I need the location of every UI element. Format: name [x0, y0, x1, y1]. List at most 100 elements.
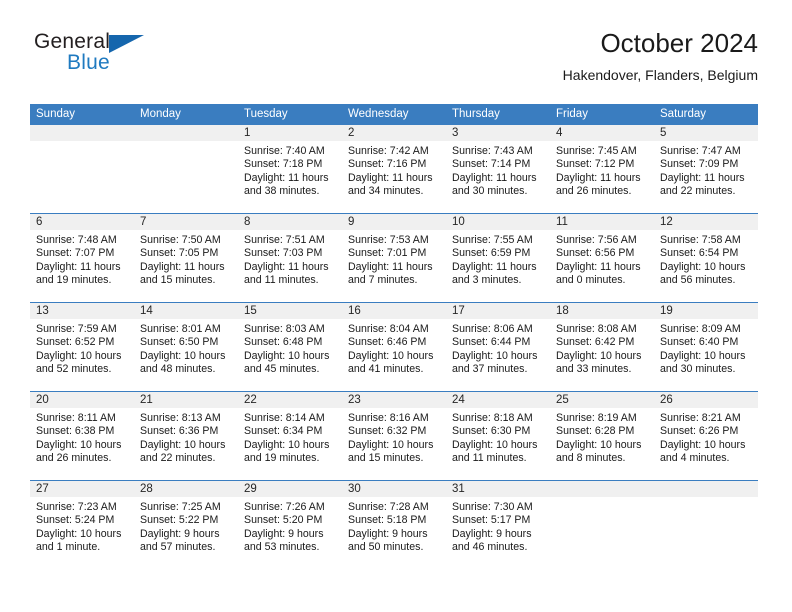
day-number: 21: [134, 392, 238, 408]
day-cell-inner: 16 Sunrise: 8:04 AM Sunset: 6:46 PM Dayligh…: [342, 303, 446, 391]
day-cell-inner: 15 Sunrise: 8:03 AM Sunset: 6:48 PM Dayligh…: [238, 303, 342, 391]
day-cell-inner: 7 Sunrise: 7:50 AM Sunset: 7:05 PM Daylight…: [134, 214, 238, 302]
day-details: Sunrise: 7:47 AM Sunset: 7:09 PM Daylight:…: [654, 141, 758, 199]
calendar-day-cell[interactable]: 31 Sunrise: 7:30 AM Sunset: 5:17 PM Dayligh…: [446, 480, 550, 569]
sunset-text: Sunset: 6:28 PM: [556, 425, 635, 438]
day-number: 29: [238, 481, 342, 497]
day-details: Sunrise: 7:48 AM Sunset: 7:07 PM Daylight:…: [30, 230, 134, 288]
day-cell-inner: 1 Sunrise: 7:40 AM Sunset: 7:18 PM Daylight…: [238, 125, 342, 213]
calendar-day-cell[interactable]: 27 Sunrise: 7:23 AM Sunset: 5:24 PM Dayligh…: [30, 480, 134, 569]
day-details: Sunrise: 8:04 AM Sunset: 6:46 PM Daylight:…: [342, 319, 446, 377]
day-number: [134, 125, 238, 141]
sunrise-text: Sunrise: 7:47 AM: [660, 145, 741, 157]
day-cell-inner: 20 Sunrise: 8:11 AM Sunset: 6:38 PM Dayligh…: [30, 392, 134, 480]
day-number: 24: [446, 392, 550, 408]
calendar-day-cell[interactable]: 24 Sunrise: 8:18 AM Sunset: 6:30 PM Dayligh…: [446, 391, 550, 481]
day-cell-inner: 19 Sunrise: 8:09 AM Sunset: 6:40 PM Dayligh…: [654, 303, 758, 391]
daylight-text: and 19 minutes.: [36, 274, 112, 287]
day-details: Sunrise: 7:42 AM Sunset: 7:16 PM Daylight:…: [342, 141, 446, 199]
calendar-day-cell[interactable]: 9 Sunrise: 7:53 AM Sunset: 7:01 PM Daylight…: [342, 213, 446, 303]
calendar-day-cell[interactable]: 18 Sunrise: 8:08 AM Sunset: 6:42 PM Dayligh…: [550, 302, 654, 392]
daylight-text: and 22 minutes.: [140, 452, 216, 465]
day-number: 16: [342, 303, 446, 319]
calendar-day-cell[interactable]: 16 Sunrise: 8:04 AM Sunset: 6:46 PM Dayligh…: [342, 302, 446, 392]
calendar-day-cell[interactable]: 3 Sunrise: 7:43 AM Sunset: 7:14 PM Daylight…: [446, 125, 550, 214]
day-cell-inner: 25 Sunrise: 8:19 AM Sunset: 6:28 PM Dayligh…: [550, 392, 654, 480]
daylight-text: and 15 minutes.: [140, 274, 216, 287]
calendar-day-cell[interactable]: 30 Sunrise: 7:28 AM Sunset: 5:18 PM Dayligh…: [342, 480, 446, 569]
daylight-text: Daylight: 10 hours: [556, 349, 642, 362]
weekday-header-wednesday: Wednesday: [342, 104, 446, 125]
calendar-day-cell[interactable]: 4 Sunrise: 7:45 AM Sunset: 7:12 PM Daylight…: [550, 125, 654, 214]
day-details: Sunrise: 8:13 AM Sunset: 6:36 PM Daylight:…: [134, 408, 238, 466]
calendar-day-cell[interactable]: 26 Sunrise: 8:21 AM Sunset: 6:26 PM Dayligh…: [654, 391, 758, 481]
daylight-text: Daylight: 10 hours: [244, 349, 330, 362]
daylight-text: Daylight: 9 hours: [140, 527, 220, 540]
sunrise-text: Sunrise: 8:04 AM: [348, 323, 429, 335]
sunset-text: Sunset: 6:32 PM: [348, 425, 427, 438]
day-cell-inner: 24 Sunrise: 8:18 AM Sunset: 6:30 PM Dayligh…: [446, 392, 550, 480]
calendar-week-row: 13 Sunrise: 7:59 AM Sunset: 6:52 PM Dayligh…: [30, 302, 758, 392]
calendar-day-cell[interactable]: 22 Sunrise: 8:14 AM Sunset: 6:34 PM Dayligh…: [238, 391, 342, 481]
sunset-text: Sunset: 6:38 PM: [36, 425, 115, 438]
calendar-day-cell[interactable]: 17 Sunrise: 8:06 AM Sunset: 6:44 PM Dayligh…: [446, 302, 550, 392]
day-number: 28: [134, 481, 238, 497]
sunrise-text: Sunrise: 7:30 AM: [452, 501, 533, 513]
sunrise-text: Sunrise: 7:55 AM: [452, 234, 533, 246]
day-cell-inner: 8 Sunrise: 7:51 AM Sunset: 7:03 PM Daylight…: [238, 214, 342, 302]
calendar-table: Sunday Monday Tuesday Wednesday Thursday Frid…: [30, 104, 758, 569]
calendar-day-cell[interactable]: 23 Sunrise: 8:16 AM Sunset: 6:32 PM Dayligh…: [342, 391, 446, 481]
calendar-empty-cell: [550, 480, 654, 569]
daylight-text: Daylight: 10 hours: [140, 349, 226, 362]
sunrise-text: Sunrise: 8:11 AM: [36, 412, 116, 424]
calendar-day-cell[interactable]: 28 Sunrise: 7:25 AM Sunset: 5:22 PM Dayligh…: [134, 480, 238, 569]
day-number: 1: [238, 125, 342, 141]
day-details: Sunrise: 7:56 AM Sunset: 6:56 PM Daylight:…: [550, 230, 654, 288]
calendar-day-cell[interactable]: 1 Sunrise: 7:40 AM Sunset: 7:18 PM Daylight…: [238, 125, 342, 214]
calendar-day-cell[interactable]: 6 Sunrise: 7:48 AM Sunset: 7:07 PM Daylight…: [30, 213, 134, 303]
daylight-text: and 7 minutes.: [348, 274, 418, 287]
calendar-day-cell[interactable]: 20 Sunrise: 8:11 AM Sunset: 6:38 PM Dayligh…: [30, 391, 134, 481]
calendar-day-cell[interactable]: 25 Sunrise: 8:19 AM Sunset: 6:28 PM Dayligh…: [550, 391, 654, 481]
calendar-day-cell[interactable]: 12 Sunrise: 7:58 AM Sunset: 6:54 PM Dayligh…: [654, 213, 758, 303]
day-number: 6: [30, 214, 134, 230]
daylight-text: and 4 minutes.: [660, 452, 730, 465]
daylight-text: Daylight: 11 hours: [556, 171, 641, 184]
calendar-day-cell[interactable]: 8 Sunrise: 7:51 AM Sunset: 7:03 PM Daylight…: [238, 213, 342, 303]
sunset-text: Sunset: 5:22 PM: [140, 514, 219, 527]
sunset-text: Sunset: 7:03 PM: [244, 247, 323, 260]
daylight-text: Daylight: 11 hours: [348, 260, 433, 273]
calendar-day-cell[interactable]: 11 Sunrise: 7:56 AM Sunset: 6:56 PM Dayligh…: [550, 213, 654, 303]
sunrise-text: Sunrise: 7:40 AM: [244, 145, 325, 157]
sunset-text: Sunset: 5:18 PM: [348, 514, 427, 527]
calendar-day-cell[interactable]: 5 Sunrise: 7:47 AM Sunset: 7:09 PM Daylight…: [654, 125, 758, 214]
general-blue-logo[interactable]: General Blue: [34, 30, 214, 86]
calendar-day-cell[interactable]: 13 Sunrise: 7:59 AM Sunset: 6:52 PM Dayligh…: [30, 302, 134, 392]
sunrise-text: Sunrise: 8:19 AM: [556, 412, 637, 424]
day-number: 3: [446, 125, 550, 141]
calendar-day-cell[interactable]: 21 Sunrise: 8:13 AM Sunset: 6:36 PM Dayligh…: [134, 391, 238, 481]
calendar-day-cell[interactable]: 2 Sunrise: 7:42 AM Sunset: 7:16 PM Daylight…: [342, 125, 446, 214]
day-number: 30: [342, 481, 446, 497]
day-details: Sunrise: 7:58 AM Sunset: 6:54 PM Daylight:…: [654, 230, 758, 288]
page-subtitle: Hakendover, Flanders, Belgium: [562, 67, 758, 83]
sunset-text: Sunset: 6:44 PM: [452, 336, 531, 349]
day-number: 7: [134, 214, 238, 230]
day-cell-inner: 18 Sunrise: 8:08 AM Sunset: 6:42 PM Dayligh…: [550, 303, 654, 391]
day-cell-inner: 11 Sunrise: 7:56 AM Sunset: 6:56 PM Dayligh…: [550, 214, 654, 302]
day-number: 11: [550, 214, 654, 230]
day-details: Sunrise: 8:03 AM Sunset: 6:48 PM Daylight:…: [238, 319, 342, 377]
sunset-text: Sunset: 6:54 PM: [660, 247, 739, 260]
calendar-day-cell[interactable]: 29 Sunrise: 7:26 AM Sunset: 5:20 PM Dayligh…: [238, 480, 342, 569]
sunrise-text: Sunrise: 8:18 AM: [452, 412, 533, 424]
calendar-day-cell[interactable]: 15 Sunrise: 8:03 AM Sunset: 6:48 PM Dayligh…: [238, 302, 342, 392]
daylight-text: and 26 minutes.: [36, 452, 112, 465]
calendar-day-cell[interactable]: 14 Sunrise: 8:01 AM Sunset: 6:50 PM Dayligh…: [134, 302, 238, 392]
day-details: Sunrise: 7:53 AM Sunset: 7:01 PM Daylight:…: [342, 230, 446, 288]
calendar-day-cell[interactable]: 10 Sunrise: 7:55 AM Sunset: 6:59 PM Dayligh…: [446, 213, 550, 303]
day-number: 13: [30, 303, 134, 319]
sunrise-text: Sunrise: 8:13 AM: [140, 412, 221, 424]
calendar-day-cell[interactable]: 19 Sunrise: 8:09 AM Sunset: 6:40 PM Dayligh…: [654, 302, 758, 392]
weekday-header-saturday: Saturday: [654, 104, 758, 125]
calendar-day-cell[interactable]: 7 Sunrise: 7:50 AM Sunset: 7:05 PM Daylight…: [134, 213, 238, 303]
